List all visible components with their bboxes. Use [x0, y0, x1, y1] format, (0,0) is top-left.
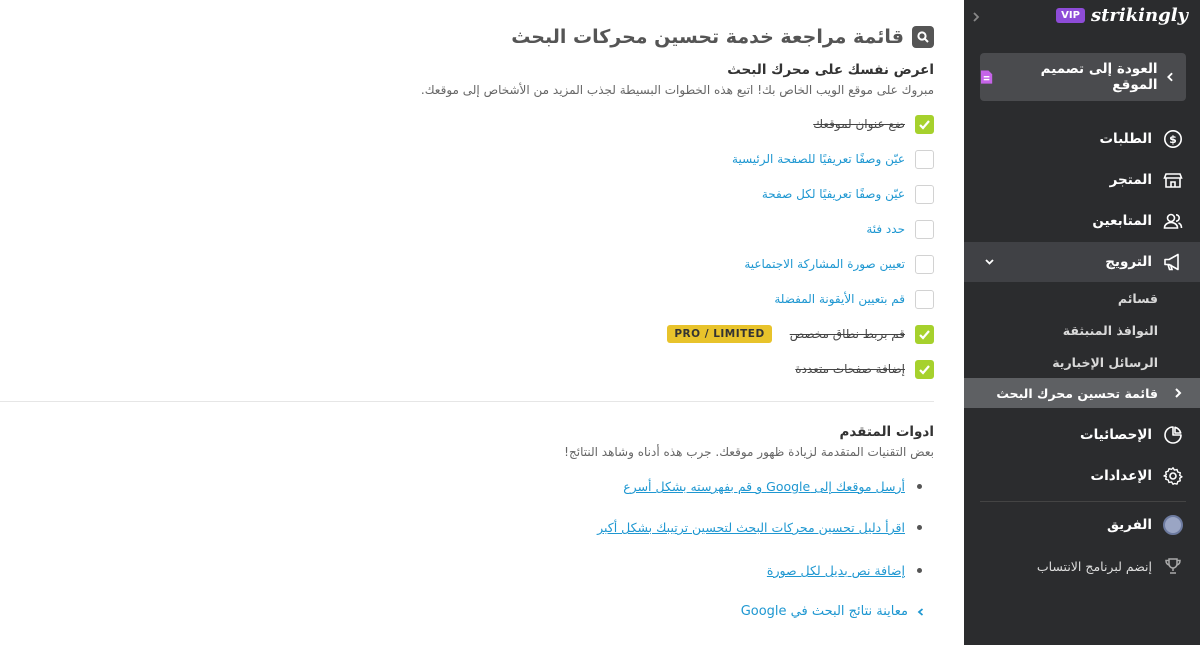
checklist-label: ضع عنوان لموقعك — [813, 117, 905, 131]
bullet-icon — [917, 484, 922, 489]
pie-chart-icon — [1162, 424, 1184, 446]
document-icon — [980, 70, 993, 84]
checklist-label: قم بربط نطاق مخصص — [789, 327, 905, 341]
checkbox[interactable] — [915, 219, 934, 239]
sidebar-item-label: الطلبات — [1099, 131, 1152, 147]
checklist-item-favicon[interactable]: قم بتعيين الأيقونة المفضلة — [774, 289, 934, 309]
checkbox[interactable] — [915, 149, 934, 169]
checklist-link[interactable]: تعيين صورة المشاركة الاجتماعية — [744, 257, 905, 271]
sidebar-item-settings[interactable]: الإعدادات — [964, 456, 1200, 496]
sidebar-subitem-label: النوافذ المنبثقة — [1062, 322, 1158, 338]
collapse-sidebar-icon[interactable] — [970, 10, 982, 24]
section-divider — [0, 401, 934, 402]
sidebar-item-label: إنضم لبرنامج الانتساب — [1036, 558, 1152, 574]
main-content: قائمة مراجعة خدمة تحسين محركات البحث اعر… — [0, 0, 964, 645]
chevron-left-icon — [917, 607, 924, 616]
pro-limited-badge: PRO / LIMITED — [667, 325, 772, 343]
advanced-link-item[interactable]: إضافة نص بديل لكل صورة — [767, 563, 922, 578]
team-avatar — [1163, 515, 1183, 535]
sidebar-item-team[interactable]: الفريق — [964, 505, 1200, 545]
section-description-advanced: بعض التقنيات المتقدمة لزيادة ظهور موقعك.… — [564, 445, 934, 459]
chevron-down-icon[interactable] — [984, 256, 995, 267]
store-icon — [1162, 169, 1184, 191]
checkbox[interactable] — [915, 184, 934, 204]
checkbox-checked[interactable] — [915, 359, 934, 379]
checklist-link[interactable]: عيّن وصفًا تعريفيًا لكل صفحة — [762, 187, 905, 201]
sidebar-item-label: الفريق — [1106, 517, 1152, 533]
gear-icon — [1162, 465, 1184, 487]
sidebar-item-promotion[interactable]: الترويج — [964, 242, 1200, 282]
sidebar-item-label: المتابعين — [1092, 213, 1152, 229]
sidebar-item-label: الإعدادات — [1090, 468, 1152, 484]
checkbox-checked[interactable] — [915, 324, 934, 344]
page-title: قائمة مراجعة خدمة تحسين محركات البحث — [511, 26, 934, 48]
sidebar-item-label: الترويج — [1105, 254, 1152, 270]
section-heading-search: اعرض نفسك على محرك البحث — [727, 62, 934, 78]
avatar — [1162, 514, 1184, 536]
vip-badge: VIP — [1056, 8, 1085, 23]
chevron-left-icon — [1175, 388, 1182, 398]
checklist-item-custom-domain[interactable]: قم بربط نطاق مخصص PRO / LIMITED — [667, 324, 934, 344]
preview-search-results[interactable]: معاينة نتائج البحث في Google — [741, 604, 926, 619]
section-description-search: مبروك على موقع الويب الخاص بك! اتبع هذه … — [420, 83, 934, 97]
chevron-left-icon — [1166, 72, 1173, 82]
bullet-icon — [917, 525, 922, 530]
submit-to-google-link[interactable]: أرسل موقعك إلى Google و قم بفهرسته بشكل … — [623, 479, 905, 494]
sidebar-subitem-newsletters[interactable]: الرسائل الإخبارية — [964, 347, 1200, 377]
section-heading-advanced: ادوات المتقدم — [839, 424, 934, 440]
brand: strikingly VIP — [1056, 5, 1188, 26]
checkbox-checked[interactable] — [915, 114, 934, 134]
preview-search-results-link[interactable]: معاينة نتائج البحث في Google — [741, 604, 908, 619]
sidebar-divider — [980, 501, 1186, 502]
svg-text:$: $ — [1169, 133, 1177, 146]
sidebar-subitem-seo-checklist[interactable]: قائمة تحسين محرك البحث — [964, 378, 1200, 408]
checklist-link[interactable]: قم بتعيين الأيقونة المفضلة — [774, 292, 905, 306]
sidebar-subitem-label: قائمة تحسين محرك البحث — [996, 385, 1158, 401]
checklist-item-social-image[interactable]: تعيين صورة المشاركة الاجتماعية — [744, 254, 934, 274]
users-icon — [1162, 210, 1184, 232]
trophy-icon — [1162, 555, 1184, 577]
sidebar-item-affiliate[interactable]: إنضم لبرنامج الانتساب — [964, 546, 1200, 586]
back-to-editor-button[interactable]: العودة إلى تصميم الموقع — [980, 53, 1186, 101]
sidebar-subitem-popups[interactable]: النوافذ المنبثقة — [964, 315, 1200, 345]
sidebar-item-store[interactable]: المتجر — [964, 160, 1200, 200]
seo-guide-link[interactable]: اقرأ دليل تحسين محركات البحث لتحسين ترتي… — [597, 520, 905, 535]
checklist-item-category[interactable]: حدد فئة — [866, 219, 934, 239]
sidebar-subitem-coupons[interactable]: قسائم — [964, 283, 1200, 313]
checklist-item-site-title[interactable]: ضع عنوان لموقعك — [813, 114, 934, 134]
sidebar-item-label: الإحصائيات — [1080, 427, 1152, 443]
checklist-link[interactable]: حدد فئة — [866, 222, 905, 236]
checklist-item-multiple-pages[interactable]: إضافة صفحات متعددة — [795, 359, 934, 379]
checklist-label: إضافة صفحات متعددة — [795, 362, 905, 376]
checkbox[interactable] — [915, 289, 934, 309]
dollar-icon: $ — [1162, 128, 1184, 150]
search-document-icon — [912, 26, 934, 48]
sidebar-subitem-label: الرسائل الإخبارية — [1052, 354, 1158, 370]
brand-logo: strikingly — [1090, 5, 1188, 26]
checklist-item-home-description[interactable]: عيّن وصفًا تعريفيًا للصفحة الرئيسية — [732, 149, 934, 169]
sidebar-item-analytics[interactable]: الإحصائيات — [964, 415, 1200, 455]
advanced-link-item[interactable]: أرسل موقعك إلى Google و قم بفهرسته بشكل … — [623, 479, 922, 494]
checkbox[interactable] — [915, 254, 934, 274]
page-title-text: قائمة مراجعة خدمة تحسين محركات البحث — [511, 26, 904, 48]
sidebar-item-followers[interactable]: المتابعين — [964, 201, 1200, 241]
checklist-link[interactable]: عيّن وصفًا تعريفيًا للصفحة الرئيسية — [732, 152, 905, 166]
sidebar-item-label: المتجر — [1109, 172, 1152, 188]
advanced-link-item[interactable]: اقرأ دليل تحسين محركات البحث لتحسين ترتي… — [597, 520, 922, 535]
back-button-label: العودة إلى تصميم الموقع — [1040, 61, 1158, 93]
megaphone-icon — [1162, 251, 1184, 273]
alt-text-link[interactable]: إضافة نص بديل لكل صورة — [767, 563, 905, 578]
checklist-item-page-description[interactable]: عيّن وصفًا تعريفيًا لكل صفحة — [762, 184, 934, 204]
sidebar-item-orders[interactable]: $ الطلبات — [964, 119, 1200, 159]
sidebar-subitem-label: قسائم — [1117, 290, 1158, 306]
bullet-icon — [917, 568, 922, 573]
sidebar: strikingly VIP العودة إلى تصميم الموقع $… — [964, 0, 1200, 645]
